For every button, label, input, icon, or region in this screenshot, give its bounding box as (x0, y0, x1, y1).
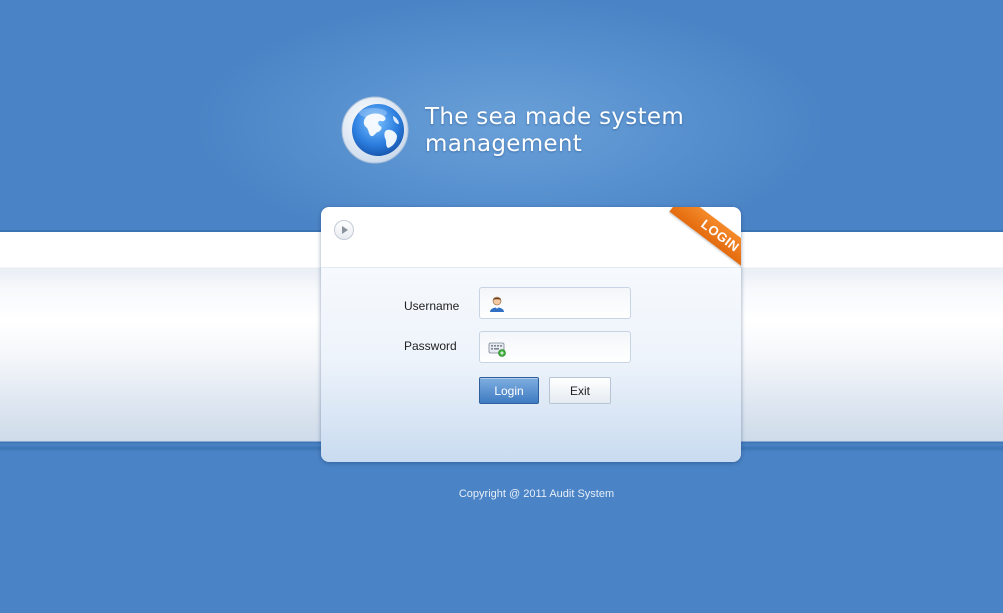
title-line-2: management (425, 131, 583, 157)
title-line-1: The sea made system (425, 104, 685, 130)
username-label: Username (404, 299, 460, 313)
exit-button[interactable]: Exit (549, 377, 611, 404)
login-card: LOGIN Username Password Login Exit (321, 207, 741, 462)
keyboard-icon (488, 339, 506, 357)
password-field-box (479, 331, 631, 363)
login-button[interactable]: Login (479, 377, 539, 404)
page-title: The sea made system management (425, 104, 684, 158)
play-icon[interactable] (334, 220, 354, 240)
user-icon (488, 295, 506, 313)
globe-icon (341, 96, 409, 164)
copyright-text: Copyright @ 2011 Audit System (458, 488, 615, 500)
username-input[interactable] (510, 293, 625, 313)
username-field-box (479, 287, 631, 319)
login-ribbon: LOGIN (661, 207, 741, 271)
login-ribbon-label: LOGIN (669, 207, 741, 271)
password-input[interactable] (510, 337, 625, 357)
password-label: Password (404, 339, 457, 353)
